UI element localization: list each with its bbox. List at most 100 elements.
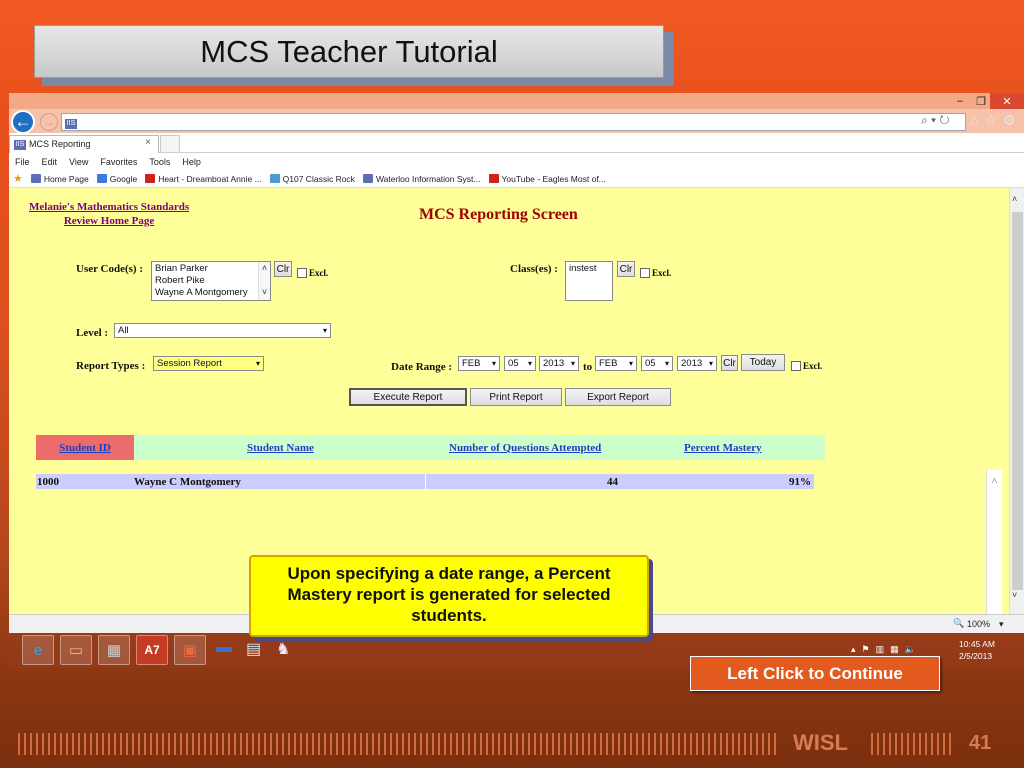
- powerpoint-icon[interactable]: ▣: [174, 635, 206, 665]
- desktop-icon[interactable]: ▬: [216, 639, 232, 657]
- classes-exclude-checkbox[interactable]: [640, 268, 650, 278]
- chevron-down-icon: ▾: [664, 359, 669, 368]
- user-code-option[interactable]: Robert Pike: [155, 275, 255, 287]
- classes-clear-button[interactable]: Clr: [617, 261, 635, 277]
- menu-help[interactable]: Help: [182, 157, 201, 167]
- from-month-select[interactable]: FEB ▾: [458, 356, 500, 371]
- menu-favorites[interactable]: Favorites: [100, 157, 137, 167]
- user-code-option[interactable]: Brian Parker: [155, 263, 255, 275]
- chevron-up-icon[interactable]: ˄: [1012, 194, 1017, 204]
- arrow-left-icon: ←: [14, 112, 32, 131]
- user-code-option[interactable]: Wayne A Montgomery: [155, 287, 255, 299]
- calculator-icon[interactable]: ▦: [98, 635, 130, 665]
- header-student-id[interactable]: Student ID: [36, 435, 134, 460]
- chevron-down-icon: ▾: [322, 326, 327, 335]
- page-scrollbar[interactable]: ˄ ˅: [1009, 188, 1024, 614]
- home-page-link[interactable]: Melanie's Mathematics Standards Review H…: [29, 200, 189, 228]
- inner-scrollbar[interactable]: ˄: [986, 470, 1002, 614]
- chevron-down-icon: ▾: [255, 359, 260, 368]
- fav-youtube-eagles[interactable]: YouTube - Eagles Most of...: [488, 174, 606, 184]
- report-screen-title: MCS Reporting Screen: [419, 206, 578, 223]
- export-report-button[interactable]: Export Report: [565, 388, 671, 406]
- taskbar-clock[interactable]: 10:45 AM 2/5/2013: [959, 638, 995, 662]
- internet-explorer-icon[interactable]: e: [22, 635, 54, 665]
- listbox-scrollbar[interactable]: ˄ ˅: [258, 262, 270, 300]
- user-codes-label: User Code(s) :: [76, 263, 144, 275]
- tab-close-icon[interactable]: ×: [145, 137, 151, 148]
- chevron-down-icon: ▾: [708, 359, 713, 368]
- fav-heart[interactable]: Heart - Dreamboat Annie ...: [145, 174, 262, 184]
- class-option[interactable]: instest: [569, 263, 609, 275]
- fav-home-page[interactable]: Home Page: [30, 174, 89, 184]
- header-percent-mastery[interactable]: Percent Mastery: [684, 442, 762, 454]
- report-type-select[interactable]: Session Report ▾: [153, 356, 264, 371]
- app-a7-icon[interactable]: A7: [136, 635, 168, 665]
- menu-bar: File Edit View Favorites Tools Help: [9, 153, 1024, 170]
- gear-icon[interactable]: ⚙: [1003, 112, 1022, 128]
- address-input[interactable]: IIS: [61, 113, 966, 131]
- menu-view[interactable]: View: [69, 157, 88, 167]
- user-codes-exclude-checkbox[interactable]: [297, 268, 307, 278]
- restore-button[interactable]: ❐: [971, 93, 991, 109]
- forward-button[interactable]: →: [40, 113, 58, 131]
- header-student-name[interactable]: Student Name: [247, 442, 314, 454]
- from-year-select[interactable]: 2013 ▾: [539, 356, 579, 371]
- to-day-select[interactable]: 05 ▾: [641, 356, 673, 371]
- to-year-select[interactable]: 2013 ▾: [677, 356, 717, 371]
- to-month-select[interactable]: FEB ▾: [595, 356, 637, 371]
- file-explorer-icon[interactable]: ▭: [60, 635, 92, 665]
- menu-file[interactable]: File: [15, 157, 30, 167]
- user-codes-clear-button[interactable]: Clr: [274, 261, 292, 277]
- chevron-down-icon[interactable]: ˅: [1012, 590, 1017, 600]
- menu-edit[interactable]: Edit: [42, 157, 58, 167]
- tray-icons[interactable]: ▴⚑▥▦🔈: [851, 644, 922, 655]
- header-questions-attempted[interactable]: Number of Questions Attempted: [449, 442, 601, 454]
- home-icon[interactable]: ⌂: [970, 112, 984, 128]
- level-select[interactable]: All ▾: [114, 323, 331, 338]
- tab-mcs-reporting[interactable]: IIS MCS Reporting: [9, 135, 159, 153]
- footer-brand: WISL: [793, 730, 848, 755]
- fav-q107[interactable]: Q107 Classic Rock: [269, 174, 355, 184]
- user-codes-listbox[interactable]: Brian Parker Robert Pike Wayne A Montgom…: [151, 261, 271, 301]
- star-icon[interactable]: ☆: [984, 112, 1003, 128]
- cell-student-id: 1000: [37, 476, 59, 488]
- horse-icon[interactable]: ♞: [276, 639, 290, 659]
- google-icon: [96, 174, 107, 183]
- youtube-icon: [488, 174, 499, 183]
- minimize-button[interactable]: –: [949, 93, 971, 109]
- today-button[interactable]: Today: [741, 354, 785, 371]
- close-window-button[interactable]: ✕: [990, 93, 1024, 109]
- chevron-up-icon: ˄: [261, 263, 268, 273]
- instruction-callout: Upon specifying a date range, a Percent …: [249, 555, 649, 637]
- date-to-label: to: [583, 361, 593, 373]
- date-exclude-checkbox[interactable]: [791, 361, 801, 371]
- zoom-dropdown-icon[interactable]: ▾: [999, 619, 1004, 630]
- menu-tools[interactable]: Tools: [149, 157, 170, 167]
- browser-titlebar: – ❐ ✕: [9, 93, 1024, 109]
- fav-waterloo[interactable]: Waterloo Information Syst...: [362, 174, 481, 184]
- zoom-level[interactable]: 100%: [967, 619, 990, 629]
- chevron-down-icon: ▾: [570, 359, 575, 368]
- scrollbar-thumb[interactable]: [1012, 212, 1023, 590]
- execute-report-button[interactable]: Execute Report: [349, 388, 467, 406]
- print-report-button[interactable]: Print Report: [470, 388, 562, 406]
- from-day-select[interactable]: 05 ▾: [504, 356, 536, 371]
- address-tools[interactable]: ⌕ ▾ ↻: [921, 113, 950, 128]
- new-tab-button[interactable]: [160, 135, 180, 153]
- classes-listbox[interactable]: instest: [565, 261, 613, 301]
- fav-google[interactable]: Google: [96, 174, 137, 184]
- chevron-down-icon: ▾: [628, 359, 633, 368]
- cell-divider: [425, 474, 426, 489]
- classes-exclude-label: Excl.: [652, 268, 672, 278]
- classes-label: Class(es) :: [510, 263, 558, 275]
- address-bar-row: ← → IIS ⌕ ▾ ↻ ⌂☆⚙: [9, 109, 1024, 134]
- cell-questions-attempted: 44: [607, 476, 618, 488]
- footer-barcode-right: [871, 733, 955, 755]
- user-codes-exclude-label: Excl.: [309, 268, 329, 278]
- continue-button[interactable]: Left Click to Continue: [690, 656, 940, 691]
- report-types-label: Report Types :: [76, 360, 146, 372]
- network-icon[interactable]: ▤: [246, 639, 261, 659]
- date-exclude-label: Excl.: [803, 361, 823, 371]
- date-clear-button[interactable]: Clr: [721, 355, 738, 371]
- back-button[interactable]: ←: [11, 110, 35, 134]
